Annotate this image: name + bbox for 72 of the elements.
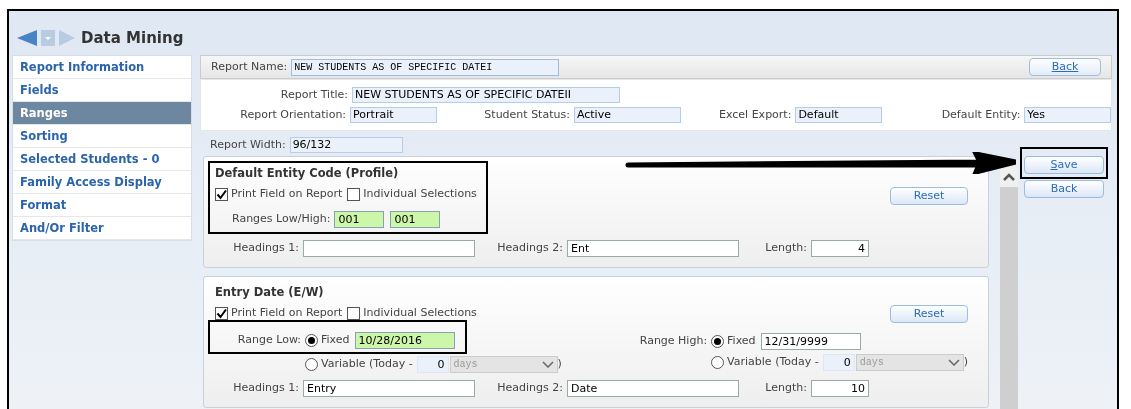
sidebar-item[interactable]: Format	[13, 194, 191, 217]
checkbox-label: Print Field on Report	[231, 185, 343, 202]
section-title: Entry Date (E/W)	[215, 284, 325, 300]
field-label: Range Low:	[236, 331, 301, 348]
field-label: Excel Export:	[718, 106, 792, 123]
paren-text: )	[963, 353, 968, 370]
reset-button[interactable]: Reset	[890, 187, 968, 205]
field-label: Range High:	[638, 332, 708, 349]
headings-field[interactable]: Entry	[303, 379, 475, 397]
range-low-field[interactable]: 001	[334, 210, 385, 228]
info-field: Yes	[1024, 106, 1111, 123]
scroll-up-icon[interactable]	[1003, 173, 1015, 181]
field-label: Headings 1:	[232, 379, 299, 396]
length-field[interactable]: 10	[811, 379, 869, 397]
info-field: NEW STUDENTS AS OF SPECIFIC DATEII	[352, 87, 620, 104]
info-field: Portrait	[350, 106, 437, 123]
sidebar-item[interactable]: Ranges	[13, 102, 191, 125]
sidebar-item[interactable]: Report Information	[13, 56, 191, 79]
back-button[interactable]: Back	[1024, 180, 1104, 198]
field-label: Student Status:	[483, 106, 570, 123]
section-title: Default Entity Code (Profile)	[215, 165, 400, 181]
paren-text: )	[557, 355, 562, 372]
sidebar-item[interactable]: Family Access Display	[13, 171, 191, 194]
offset-field[interactable]: 0	[416, 355, 449, 373]
range-high-field[interactable]: 001	[390, 210, 441, 228]
field-label: Headings 2:	[496, 239, 563, 256]
checkbox[interactable]	[347, 187, 361, 201]
checkbox[interactable]	[347, 306, 361, 320]
checkbox[interactable]	[215, 187, 228, 201]
info-field: Default	[795, 106, 883, 123]
headings-field[interactable]	[303, 239, 475, 257]
field-label: Length:	[764, 379, 807, 396]
field-label: Default Entity:	[940, 106, 1021, 123]
page-title: Data Mining	[81, 27, 184, 49]
length-field[interactable]: 4	[811, 239, 869, 257]
radio-button[interactable]	[305, 357, 318, 371]
back-arrow-icon[interactable]	[17, 30, 39, 46]
headings-field[interactable]: Ent	[567, 239, 739, 257]
field-label: Length:	[764, 239, 807, 256]
fixed-value-field[interactable]: 12/31/9999	[760, 332, 861, 350]
radio-label: Variable (Today -	[321, 355, 413, 372]
field-label: Headings 2:	[496, 379, 563, 396]
sidebar-item[interactable]: And/Or Filter	[13, 217, 191, 240]
field-label: Report Name:	[211, 58, 288, 75]
report-name-field[interactable]: NEW STUDENTS AS OF SPECIFIC DATEI	[291, 58, 560, 76]
chevron-down-icon	[541, 360, 554, 368]
back-button[interactable]: Back	[1029, 58, 1101, 76]
chevron-down-icon	[947, 358, 960, 366]
field-label: Report Width:	[210, 136, 286, 153]
radio-button[interactable]	[711, 355, 725, 369]
field-label: Ranges Low/High:	[232, 210, 331, 227]
offset-field[interactable]: 0	[822, 353, 855, 371]
checkbox-label: Individual Selections	[363, 304, 477, 321]
radio-label: Fixed	[727, 332, 756, 349]
sidebar-item[interactable]: Sorting	[13, 125, 191, 148]
field-label: Report Orientation:	[239, 106, 347, 123]
field-label: Report Title:	[279, 87, 348, 103]
radio-button[interactable]	[305, 333, 318, 347]
checkbox-label: Print Field on Report	[231, 304, 343, 321]
checkbox[interactable]	[215, 306, 228, 320]
radio-label: Variable (Today -	[727, 353, 819, 370]
checkbox-label: Individual Selections	[363, 185, 477, 202]
headings-field[interactable]: Date	[567, 379, 739, 397]
info-field: Active	[573, 106, 682, 123]
fixed-value-field[interactable]: 10/28/2016	[354, 331, 455, 349]
radio-label: Fixed	[321, 331, 350, 348]
sidebar-item[interactable]: Selected Students - 0	[13, 148, 191, 171]
save-button[interactable]: Save	[1024, 156, 1104, 174]
reset-button[interactable]: Reset	[890, 305, 968, 323]
report-width-field: 96/132	[289, 137, 403, 153]
field-label: Headings 1:	[232, 239, 299, 256]
radio-button[interactable]	[711, 334, 725, 348]
